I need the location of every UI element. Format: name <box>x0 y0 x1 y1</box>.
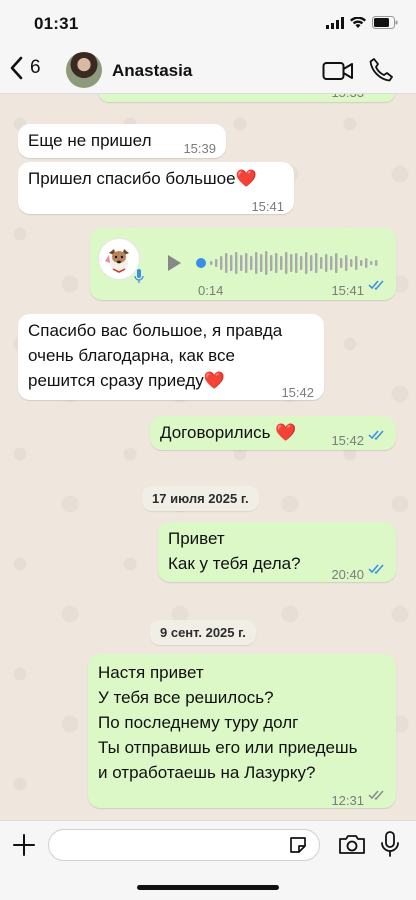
read-receipt-icon <box>368 430 384 440</box>
message-time: 20:40 <box>331 567 364 582</box>
voice-duration: 0:14 <box>198 283 224 298</box>
dog-icon <box>105 249 129 273</box>
message-time: 15:42 <box>331 433 364 448</box>
message-text: Настя привет У тебя все решилось? По пос… <box>98 663 358 782</box>
home-indicator <box>137 885 279 890</box>
phone-icon[interactable] <box>368 57 394 83</box>
back-button[interactable]: 6 <box>10 56 41 80</box>
wifi-icon <box>350 16 366 28</box>
delivered-receipt-icon <box>368 790 384 800</box>
plus-icon[interactable] <box>12 833 36 857</box>
play-icon[interactable] <box>166 254 182 272</box>
read-receipt-icon <box>368 564 384 574</box>
video-call-icon[interactable] <box>322 60 354 82</box>
status-time: 01:31 <box>34 14 79 33</box>
unread-count: 6 <box>30 57 41 78</box>
message-bubble-outgoing[interactable]: Договорились ❤️ 15:42 <box>150 416 396 450</box>
message-text: Спасибо вас большое, я правда очень благ… <box>28 321 283 390</box>
chevron-left-icon <box>10 56 23 80</box>
message-text: Еще не пришел <box>28 131 152 150</box>
microphone-icon[interactable] <box>380 830 400 858</box>
sticker-icon[interactable] <box>288 835 308 855</box>
message-time: 15:41 <box>251 199 284 214</box>
message-bubble-outgoing[interactable]: Привет Как у тебя дела? 20:40 <box>158 522 396 582</box>
read-receipt-icon <box>368 280 384 290</box>
camera-icon[interactable] <box>338 833 366 855</box>
message-time: 12:31 <box>331 793 364 808</box>
chat-header: 6 Anastasia <box>0 48 416 94</box>
message-bubble-partial[interactable]: 15:33 <box>98 94 396 102</box>
status-bar: 01:31 <box>0 0 416 48</box>
voice-message-bubble[interactable]: 0:14 15:41 <box>90 228 396 300</box>
date-separator: 9 сент. 2025 г. <box>150 620 256 645</box>
chat-area[interactable]: 15:33 Еще не пришел 15:39 Пришел спасибо… <box>0 94 416 820</box>
voice-waveform[interactable] <box>196 250 382 276</box>
signal-icon <box>326 16 344 29</box>
status-icons <box>326 16 398 29</box>
message-text: Пришел спасибо большое❤️ <box>28 169 257 188</box>
message-time: 15:42 <box>281 385 314 400</box>
message-time: 15:39 <box>183 141 216 156</box>
battery-icon <box>372 16 398 29</box>
message-text: Договорились ❤️ <box>160 423 297 442</box>
message-text: Привет Как у тебя дела? <box>168 529 301 573</box>
message-time: 15:33 <box>331 94 364 105</box>
message-input[interactable] <box>48 829 320 861</box>
composer-bar <box>0 820 416 900</box>
date-separator: 17 июля 2025 г. <box>142 486 259 511</box>
message-bubble-incoming[interactable]: Еще не пришел 15:39 <box>18 124 226 158</box>
avatar[interactable] <box>66 52 102 88</box>
message-bubble-incoming[interactable]: Спасибо вас большое, я правда очень благ… <box>18 314 324 400</box>
message-time: 15:41 <box>331 283 364 298</box>
message-bubble-incoming[interactable]: Пришел спасибо большое❤️ 15:41 <box>18 162 294 214</box>
message-bubble-outgoing[interactable]: Настя привет У тебя все решилось? По пос… <box>88 654 396 808</box>
contact-name[interactable]: Anastasia <box>112 61 192 81</box>
microphone-small-icon <box>134 269 144 283</box>
